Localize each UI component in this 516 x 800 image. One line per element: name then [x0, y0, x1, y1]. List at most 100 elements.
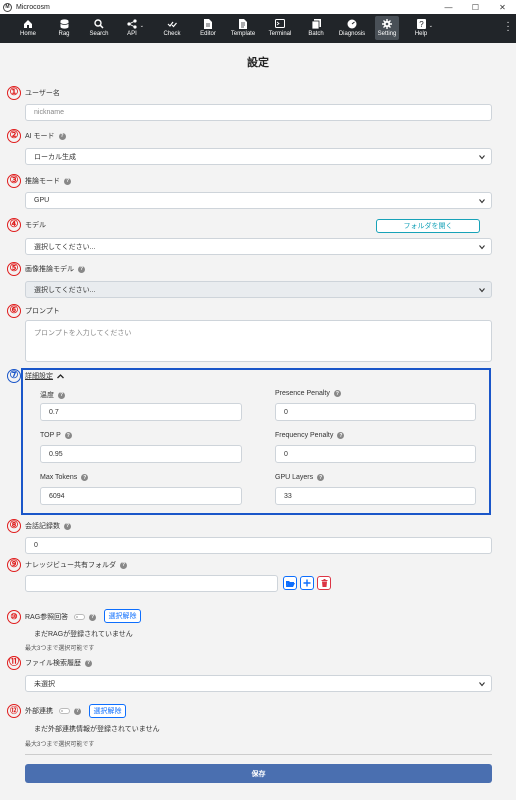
advanced-toggle-label[interactable]: 詳細設定	[25, 371, 53, 381]
top-navbar: Home Rag Search API ⌄ Check Editor Templ…	[0, 14, 516, 43]
help-icon[interactable]: ?	[58, 132, 66, 140]
presence-penalty-label-row: Presence Penalty?	[275, 390, 341, 397]
chevron-up-icon	[57, 373, 64, 378]
nav-terminal[interactable]: Terminal	[268, 14, 292, 43]
help-chevron-down-icon: ⌄	[428, 23, 433, 29]
prompt-label-row: ⑥ プロンプト	[7, 304, 60, 318]
help-icon[interactable]: ?	[64, 522, 71, 530]
nav-check[interactable]: Check	[162, 14, 182, 43]
nav-rag[interactable]: Rag	[56, 14, 72, 43]
presence-penalty-input[interactable]: 0	[275, 403, 476, 421]
inference-mode-label: 推論モード	[25, 178, 60, 185]
nav-setting-label: Setting	[377, 31, 397, 37]
marker-9: ⑨	[7, 558, 21, 572]
delete-folder-button[interactable]	[317, 576, 331, 590]
ai-mode-select[interactable]: ローカル生成	[25, 148, 492, 165]
nav-api[interactable]: API ⌄	[125, 14, 144, 43]
nav-template[interactable]: Template	[230, 14, 256, 43]
help-icon[interactable]: ?	[64, 177, 71, 185]
image-model-select[interactable]: 選択してください...	[25, 281, 492, 298]
gear-icon	[382, 18, 393, 29]
help-icon[interactable]: ?	[89, 613, 97, 621]
max-tokens-input[interactable]: 6094	[40, 487, 242, 505]
app-logo-icon: M	[3, 2, 12, 12]
external-empty-message: まだ外部連携情報が登録されていません	[34, 726, 160, 733]
nav-search[interactable]: Search	[88, 14, 110, 43]
nav-help[interactable]: ? Help ⌄	[414, 14, 433, 43]
marker-2: ②	[7, 129, 21, 143]
knowledge-folder-input[interactable]	[25, 575, 278, 592]
file-search-value: 未選択	[34, 680, 55, 688]
file-search-label: ファイル検索履歴	[25, 660, 81, 667]
gpu-layers-input[interactable]: 33	[275, 487, 476, 505]
prompt-textarea[interactable]: プロンプトを入力してください	[25, 320, 492, 362]
external-toggle[interactable]	[59, 708, 70, 714]
advanced-toggle-row[interactable]: ⑦ 詳細設定	[7, 369, 64, 383]
help-icon[interactable]: ?	[74, 707, 81, 715]
external-label: 外部連携	[25, 708, 53, 715]
frequency-penalty-label: Frequency Penalty	[275, 432, 334, 439]
minimize-button[interactable]: —	[435, 0, 462, 14]
nav-batch[interactable]: Batch	[307, 14, 325, 43]
inference-mode-label-row: ③ 推論モード ?	[7, 174, 71, 188]
batch-icon	[311, 18, 322, 29]
help-icon[interactable]: ?	[337, 432, 345, 439]
user-name-input[interactable]: nickname	[25, 104, 492, 121]
history-count-input[interactable]: 0	[25, 537, 492, 554]
history-count-label-row: ⑧ 会話記録数 ?	[7, 519, 71, 533]
help-icon[interactable]: ?	[81, 474, 89, 481]
model-select[interactable]: 選択してください...	[25, 238, 492, 255]
divider	[25, 754, 492, 755]
rag-empty-message: まだRAGが登録されていません	[34, 631, 133, 638]
inference-mode-value: GPU	[34, 197, 50, 204]
help-icon: ?	[416, 18, 427, 29]
help-icon[interactable]: ?	[333, 390, 341, 397]
image-model-label: 画像推論モデル	[25, 266, 74, 273]
marker-11: ⑪	[7, 656, 21, 670]
nav-rag-label: Rag	[58, 31, 70, 37]
external-deselect-button[interactable]: 選択解除	[89, 704, 126, 718]
nav-check-label: Check	[163, 31, 181, 37]
close-button[interactable]: ✕	[489, 0, 516, 14]
rag-deselect-button[interactable]: 選択解除	[104, 609, 141, 623]
file-search-select[interactable]: 未選択	[25, 675, 492, 692]
presence-penalty-label: Presence Penalty	[275, 390, 330, 397]
chevron-down-icon	[479, 199, 485, 204]
plus-icon	[303, 579, 311, 587]
more-menu-icon[interactable]: · · ·	[506, 18, 510, 36]
nav-home[interactable]: Home	[18, 14, 38, 43]
rag-ref-label: RAG参照回答	[25, 614, 69, 621]
terminal-icon	[275, 18, 286, 29]
nav-setting[interactable]: Setting	[375, 16, 399, 40]
user-name-label-row: ① ユーザー名	[7, 86, 60, 100]
temperature-label: 温度	[40, 392, 54, 399]
help-icon[interactable]: ?	[58, 391, 65, 399]
inference-mode-select[interactable]: GPU	[25, 192, 492, 209]
open-folder-button[interactable]: フォルダを開く	[376, 219, 480, 233]
nav-help-label: Help	[414, 31, 428, 37]
search-icon	[94, 18, 105, 29]
nav-editor[interactable]: Editor	[199, 14, 217, 43]
top-p-input[interactable]: 0.95	[40, 445, 242, 463]
marker-10: ⑩	[7, 610, 21, 624]
marker-1: ①	[7, 86, 21, 100]
add-folder-button[interactable]	[300, 576, 314, 590]
image-model-label-row: ⑤ 画像推論モデル ?	[7, 262, 85, 276]
max-tokens-label-row: Max Tokens?	[40, 474, 89, 481]
nav-diagnosis[interactable]: Diagnosis	[338, 14, 366, 43]
help-icon[interactable]: ?	[64, 432, 72, 439]
top-p-label-row: TOP P?	[40, 432, 72, 439]
maximize-button[interactable]: ☐	[462, 0, 489, 14]
editor-icon	[203, 18, 214, 29]
frequency-penalty-input[interactable]: 0	[275, 445, 476, 463]
save-button[interactable]: 保存	[25, 764, 492, 783]
open-folder-icon-button[interactable]	[283, 576, 297, 590]
help-icon[interactable]: ?	[78, 265, 85, 273]
file-search-label-row: ⑪ ファイル検索履歴 ?	[7, 656, 92, 670]
help-icon[interactable]: ?	[85, 659, 92, 667]
help-icon[interactable]: ?	[120, 561, 127, 569]
check-icon	[167, 18, 178, 29]
rag-ref-toggle[interactable]	[74, 614, 86, 620]
temperature-input[interactable]: 0.7	[40, 403, 242, 421]
help-icon[interactable]: ?	[317, 474, 325, 481]
